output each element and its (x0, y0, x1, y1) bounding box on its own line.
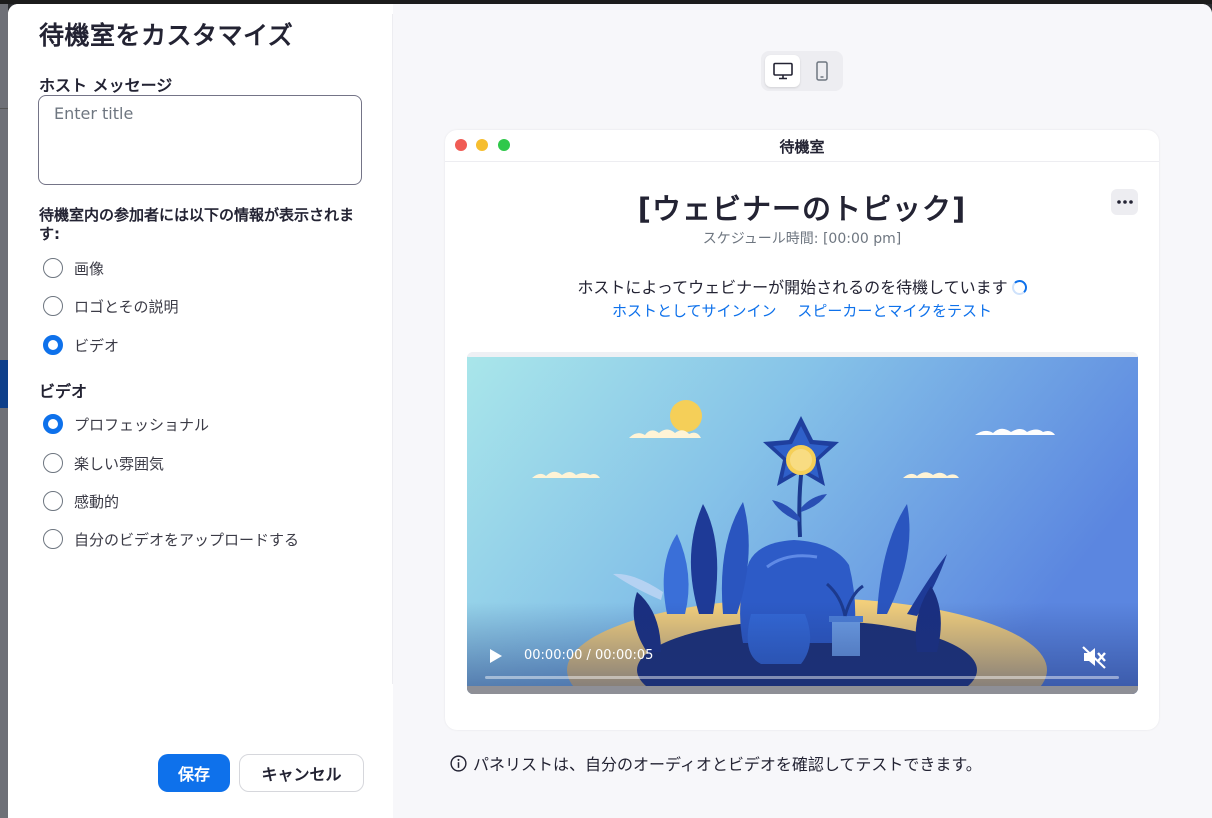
radio-button[interactable] (43, 258, 63, 278)
customize-waiting-room-dialog: 待機室をカスタマイズ ホスト メッセージ 待機室内の参加者には以下の情報が表示さ… (8, 4, 1212, 818)
desktop-icon (772, 62, 793, 80)
desktop-view-button[interactable] (765, 55, 800, 87)
save-button[interactable]: 保存 (158, 754, 230, 792)
radio-button[interactable] (43, 529, 63, 549)
background-app (0, 4, 8, 818)
sign-in-as-host-link[interactable]: ホストとしてサインイン (612, 302, 777, 320)
radio-label: 感動的 (74, 492, 120, 511)
radio-button[interactable] (43, 296, 63, 316)
window-titlebar: 待機室 (445, 130, 1159, 162)
preview-panel: 待機室 [ウェビナーのトピック] スケジュール時間: [00:00 pm] ホス… (393, 4, 1212, 818)
video-progress-bar[interactable] (485, 676, 1119, 679)
radio-option-inspiring[interactable]: 感動的 (43, 490, 119, 512)
video-bottom-bar (467, 686, 1138, 694)
radio-option-upload-video[interactable]: 自分のビデオをアップロードする (43, 528, 299, 550)
more-icon (1116, 200, 1133, 204)
settings-panel: 待機室をカスタマイズ ホスト メッセージ 待機室内の参加者には以下の情報が表示さ… (8, 4, 393, 818)
device-view-toggle (761, 51, 843, 91)
window-title: 待機室 (779, 138, 825, 156)
radio-option-professional[interactable]: プロフェッショナル (43, 413, 209, 435)
mobile-icon (815, 61, 828, 81)
host-message-input[interactable] (38, 95, 362, 185)
waiting-room-preview-window: 待機室 [ウェビナーのトピック] スケジュール時間: [00:00 pm] ホス… (445, 130, 1159, 730)
mobile-view-button[interactable] (804, 55, 839, 87)
cancel-button[interactable]: キャンセル (239, 754, 364, 792)
radio-label: プロフェッショナル (74, 415, 210, 434)
dialog-title: 待機室をカスタマイズ (39, 21, 294, 50)
waiting-message: ホストによってウェビナーが開始されるのを待機しています (445, 274, 1159, 298)
radio-button-selected[interactable] (43, 414, 63, 434)
radio-button[interactable] (43, 491, 63, 511)
radio-option-fun[interactable]: 楽しい雰囲気 (43, 452, 164, 474)
radio-option-image[interactable]: 画像 (43, 257, 104, 279)
play-icon[interactable] (485, 646, 505, 666)
test-speaker-mic-link[interactable]: スピーカーとマイクをテスト (797, 302, 992, 320)
video-section-label: ビデオ (39, 382, 88, 401)
preview-links: ホストとしてサインイン スピーカーとマイクをテスト (445, 300, 1159, 321)
radio-button-selected[interactable] (43, 335, 63, 355)
schedule-time: スケジュール時間: [00:00 pm] (702, 231, 902, 247)
video-time: 00:00:00 / 00:00:05 (524, 648, 654, 663)
radio-option-logo[interactable]: ロゴとその説明 (43, 295, 179, 317)
radio-label: 楽しい雰囲気 (74, 454, 165, 473)
radio-label: ロゴとその説明 (74, 297, 179, 316)
display-info-label: 待機室内の参加者には以下の情報が表示されます: (39, 206, 355, 243)
webinar-topic: [ウェビナーのトピック] (637, 192, 967, 226)
panelist-note-text: パネリストは、自分のオーディオとビデオを確認してテストできます。 (473, 755, 982, 774)
radio-label: 自分のビデオをアップロードする (74, 530, 300, 549)
loading-spinner-icon (1011, 280, 1027, 295)
waiting-text: ホストによってウェビナーが開始されるのを待機しています (577, 278, 1008, 297)
radio-label: ビデオ (74, 336, 120, 355)
panelist-note: パネリストは、自分のオーディオとビデオを確認してテストできます。 (450, 751, 982, 775)
radio-option-video[interactable]: ビデオ (43, 334, 119, 356)
host-message-label: ホスト メッセージ (39, 76, 173, 95)
info-icon (450, 754, 467, 772)
waiting-room-video[interactable]: 00:00:00 / 00:00:05 (467, 352, 1138, 694)
radio-button[interactable] (43, 453, 63, 473)
muted-speaker-icon[interactable] (1081, 644, 1107, 670)
radio-label: 画像 (74, 259, 105, 278)
more-options-button[interactable] (1111, 189, 1138, 215)
